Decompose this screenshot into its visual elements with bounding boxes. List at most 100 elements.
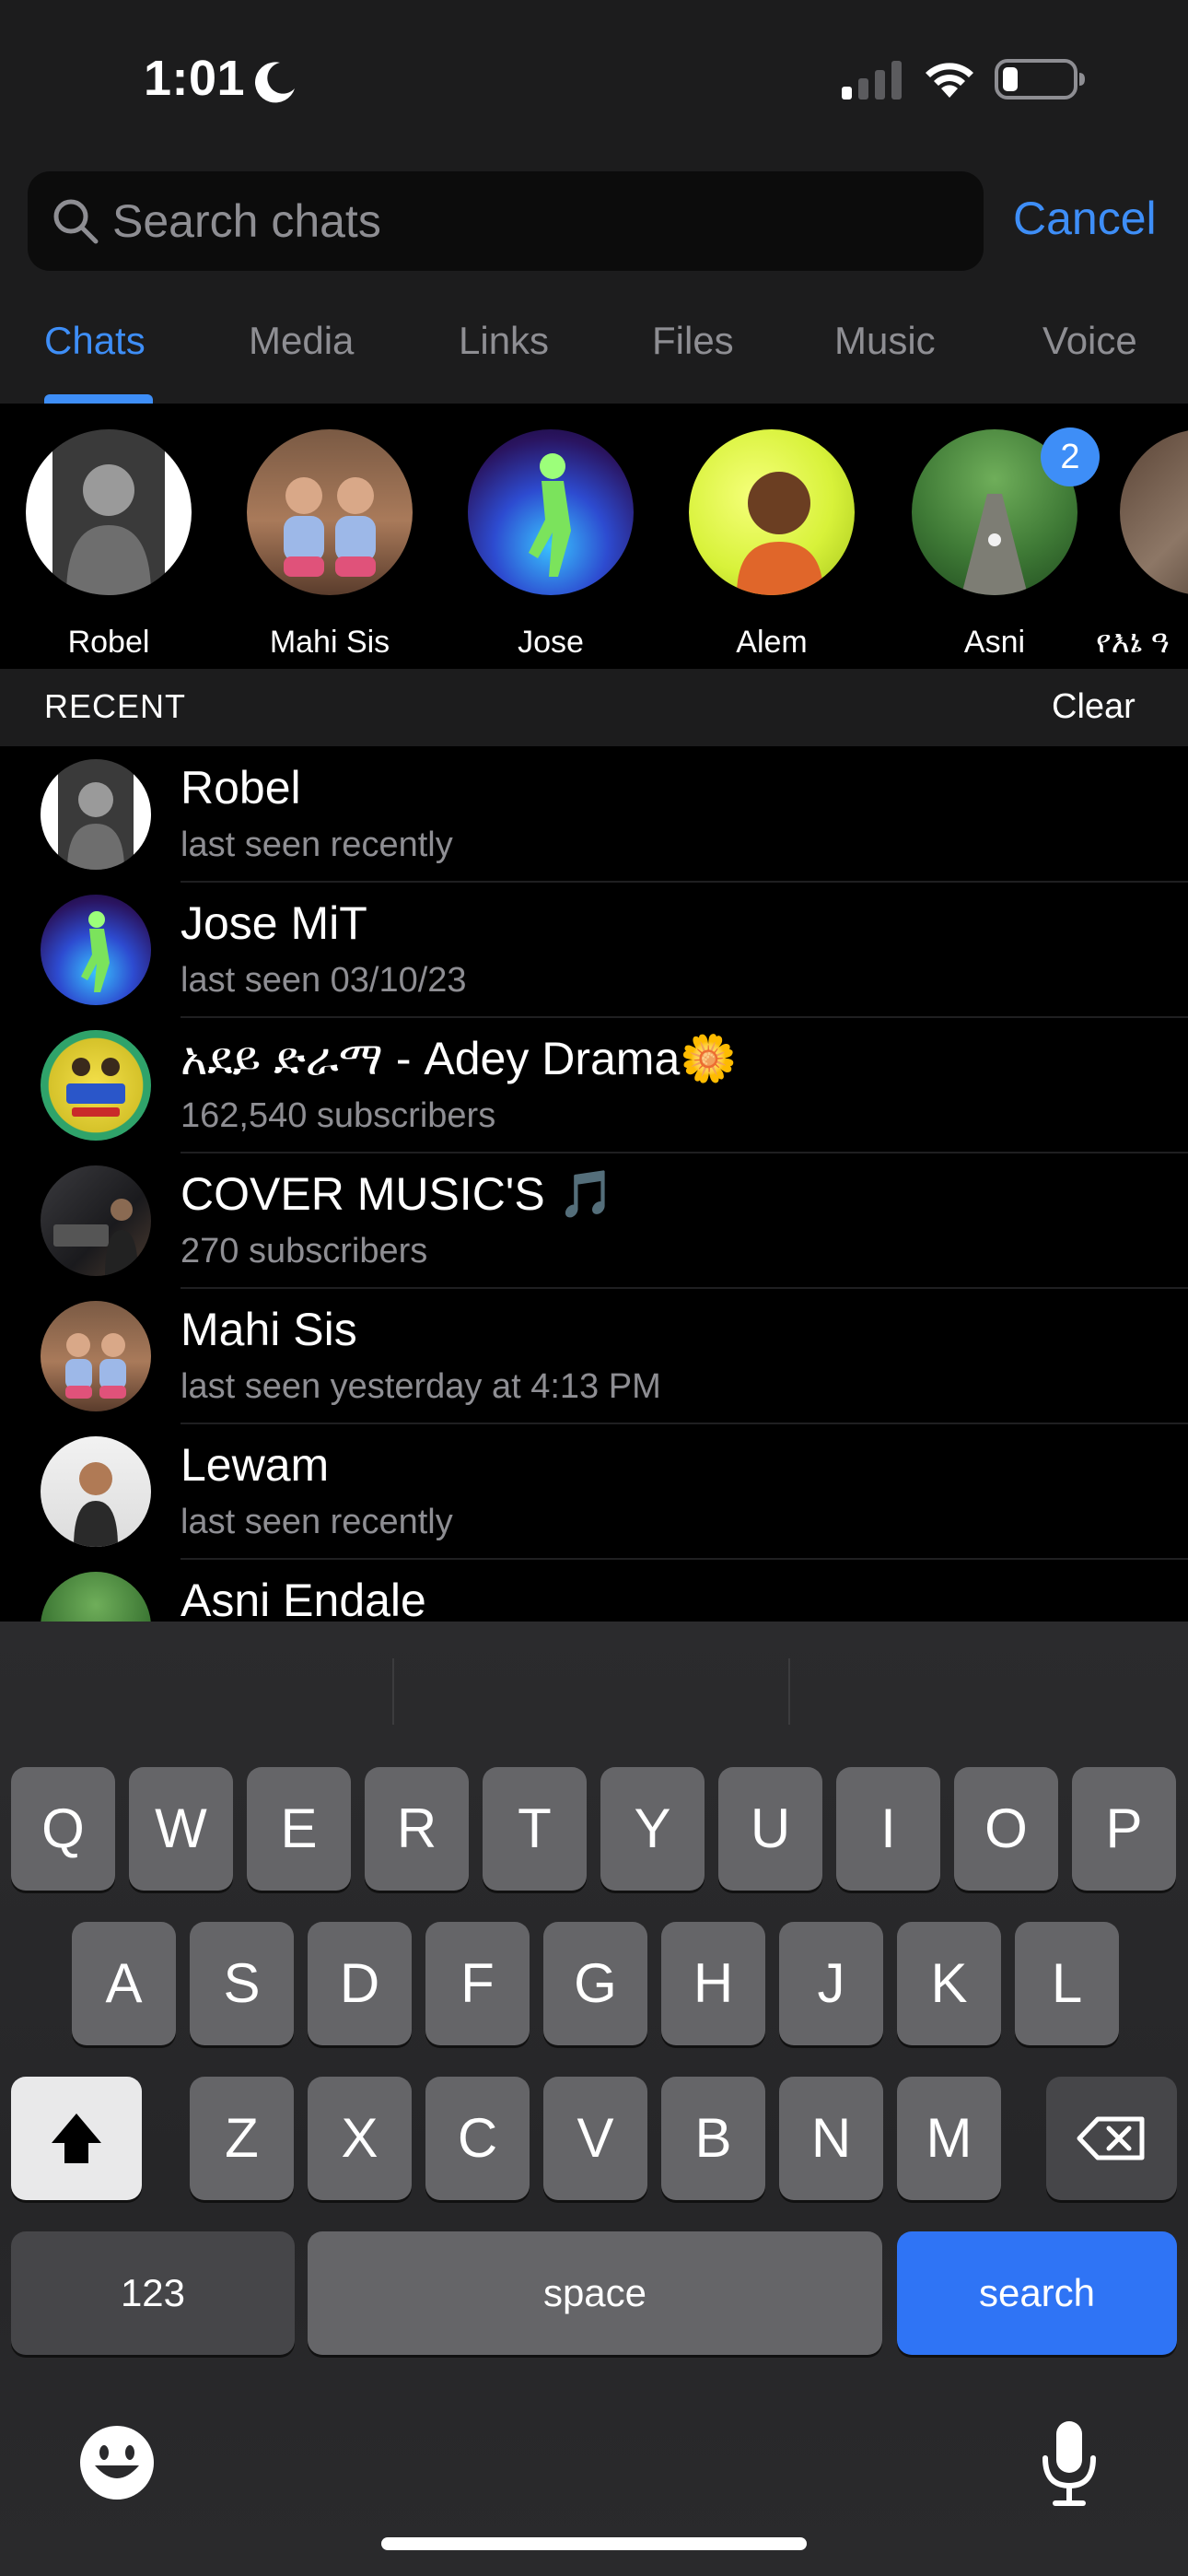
tab-voice[interactable]: Voice bbox=[1042, 319, 1137, 363]
story-mahi-sis[interactable]: Mahi Sis bbox=[238, 429, 422, 660]
tab-links[interactable]: Links bbox=[459, 319, 549, 363]
key-a[interactable]: A bbox=[72, 1922, 176, 2045]
key-x[interactable]: X bbox=[308, 2077, 412, 2200]
chat-title: Lewam bbox=[181, 1439, 330, 1491]
avatar bbox=[41, 895, 151, 1005]
chat-title: Mahi Sis bbox=[181, 1304, 357, 1355]
story-robel[interactable]: Robel bbox=[17, 429, 201, 660]
key-m[interactable]: M bbox=[897, 2077, 1001, 2200]
chat-title: አደይ ድራማ - Adey Drama🌼 bbox=[181, 1033, 738, 1084]
key-h[interactable]: H bbox=[661, 1922, 765, 2045]
chat-subtitle: 270 subscribers bbox=[181, 1232, 428, 1270]
key-g[interactable]: G bbox=[543, 1922, 647, 2045]
story-name: Asni bbox=[963, 625, 1026, 660]
telegram-search-screen: 1:01 Search chats Cancel Chats Media Lin… bbox=[0, 0, 1188, 2576]
story-partial[interactable]: የእኔ ዓ bbox=[1096, 429, 1188, 660]
avatar bbox=[41, 1165, 151, 1276]
suggestion-divider bbox=[392, 1658, 394, 1725]
key-y[interactable]: Y bbox=[600, 1767, 705, 1891]
clear-button[interactable]: Clear bbox=[1052, 687, 1136, 727]
chat-title: Asni Endale bbox=[181, 1575, 426, 1622]
search-icon bbox=[53, 199, 99, 244]
avatar bbox=[41, 1301, 151, 1411]
key-c[interactable]: C bbox=[425, 2077, 530, 2200]
microphone-icon[interactable] bbox=[1039, 2419, 1100, 2508]
key-t[interactable]: T bbox=[483, 1767, 587, 1891]
emoji-icon[interactable] bbox=[77, 2423, 157, 2502]
key-k[interactable]: K bbox=[897, 1922, 1001, 2045]
cellular-signal-icon bbox=[842, 61, 902, 100]
backspace-icon bbox=[1077, 2116, 1145, 2160]
search-input[interactable] bbox=[112, 171, 960, 271]
avatar bbox=[41, 1030, 151, 1141]
status-time: 1:01 bbox=[144, 51, 246, 106]
recent-list: Robel last seen recently Jose MiT last s… bbox=[0, 746, 1188, 1622]
search-box[interactable] bbox=[28, 171, 984, 271]
chat-title: Robel bbox=[181, 762, 301, 814]
key-d[interactable]: D bbox=[308, 1922, 412, 2045]
key-s[interactable]: S bbox=[190, 1922, 294, 2045]
recent-title: RECENT bbox=[44, 687, 187, 725]
numbers-key[interactable]: 123 bbox=[11, 2231, 295, 2355]
list-item[interactable]: Lewam last seen recently bbox=[0, 1423, 1188, 1560]
story-alem[interactable]: Alem bbox=[680, 429, 864, 660]
key-p[interactable]: P bbox=[1072, 1767, 1176, 1891]
key-i[interactable]: I bbox=[836, 1767, 940, 1891]
avatar bbox=[247, 429, 413, 595]
list-item[interactable]: Asni Endale 2 bbox=[0, 1559, 1188, 1622]
shift-key[interactable] bbox=[11, 2077, 142, 2200]
delete-key[interactable] bbox=[1046, 2077, 1177, 2200]
search-key[interactable]: search bbox=[897, 2231, 1177, 2355]
chat-title: COVER MUSIC'S 🎵 bbox=[181, 1168, 615, 1220]
tab-music[interactable]: Music bbox=[834, 319, 936, 363]
key-j[interactable]: J bbox=[779, 1922, 883, 2045]
list-item[interactable]: Robel last seen recently bbox=[0, 746, 1188, 883]
key-n[interactable]: N bbox=[779, 2077, 883, 2200]
story-name: Alem bbox=[736, 625, 808, 660]
unread-badge: 2 bbox=[1041, 427, 1100, 486]
cancel-button[interactable]: Cancel bbox=[1013, 192, 1157, 245]
story-asni[interactable]: 2 Asni bbox=[903, 427, 1100, 660]
story-jose[interactable]: Jose bbox=[459, 429, 643, 660]
story-name: Robel bbox=[67, 625, 150, 660]
avatar bbox=[689, 429, 855, 595]
key-f[interactable]: F bbox=[425, 1922, 530, 2045]
chat-title: Jose MiT bbox=[181, 897, 367, 949]
recent-section-header: RECENT Clear bbox=[0, 669, 1188, 746]
suggestion-divider bbox=[788, 1658, 790, 1725]
moon-icon bbox=[255, 62, 295, 103]
key-r[interactable]: R bbox=[365, 1767, 469, 1891]
avatar bbox=[41, 1436, 151, 1547]
tab-media[interactable]: Media bbox=[249, 319, 354, 363]
list-item[interactable]: COVER MUSIC'S 🎵 270 subscribers bbox=[0, 1153, 1188, 1289]
tab-files[interactable]: Files bbox=[652, 319, 734, 363]
chat-subtitle: last seen recently bbox=[181, 825, 453, 864]
key-e[interactable]: E bbox=[247, 1767, 351, 1891]
space-key[interactable]: space bbox=[308, 2231, 882, 2355]
battery-icon bbox=[995, 59, 1085, 100]
chat-subtitle: last seen recently bbox=[181, 1503, 453, 1541]
key-o[interactable]: O bbox=[954, 1767, 1058, 1891]
story-name: የእኔ ዓ bbox=[1096, 625, 1170, 660]
home-indicator[interactable] bbox=[381, 2537, 807, 2550]
shift-icon bbox=[52, 2113, 101, 2163]
key-b[interactable]: B bbox=[661, 2077, 765, 2200]
wifi-icon bbox=[926, 63, 973, 98]
key-w[interactable]: W bbox=[129, 1767, 233, 1891]
avatar bbox=[1120, 429, 1188, 595]
list-item[interactable]: Mahi Sis last seen yesterday at 4:13 PM bbox=[0, 1288, 1188, 1424]
tab-bar: Chats Media Links Files Music Voice bbox=[0, 310, 1188, 404]
key-u[interactable]: U bbox=[718, 1767, 822, 1891]
header: 1:01 Search chats Cancel Chats Media Lin… bbox=[0, 0, 1188, 404]
tab-chats[interactable]: Chats bbox=[44, 319, 146, 363]
list-item[interactable]: አደይ ድራማ - Adey Drama🌼 162,540 subscriber… bbox=[0, 1017, 1188, 1153]
chat-subtitle: last seen yesterday at 4:13 PM bbox=[181, 1367, 661, 1406]
key-l[interactable]: L bbox=[1015, 1922, 1119, 2045]
key-q[interactable]: Q bbox=[11, 1767, 115, 1891]
search-row: Cancel bbox=[0, 171, 1188, 271]
key-v[interactable]: V bbox=[543, 2077, 647, 2200]
avatar bbox=[26, 429, 192, 595]
avatar bbox=[41, 1572, 151, 1622]
key-z[interactable]: Z bbox=[190, 2077, 294, 2200]
list-item[interactable]: Jose MiT last seen 03/10/23 bbox=[0, 882, 1188, 1018]
